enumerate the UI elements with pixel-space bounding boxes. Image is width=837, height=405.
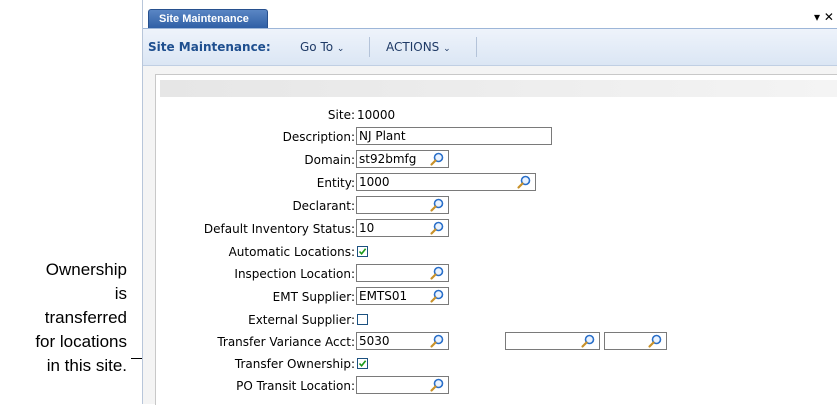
domain-value: st92bmfg xyxy=(359,152,417,166)
checkmark-icon xyxy=(358,248,367,256)
transfer-ownership-label: Transfer Ownership: xyxy=(234,357,355,371)
automatic-locations-label: Automatic Locations: xyxy=(228,245,355,259)
transfer-ownership-row: Transfer Ownership: xyxy=(156,354,837,374)
entity-row: Entity: 1000 xyxy=(156,173,837,193)
emt-supplier-row: EMT Supplier: EMTS01 xyxy=(156,287,837,307)
declarant-row: Declarant: xyxy=(156,196,837,216)
goto-menu[interactable]: Go To ⌄ xyxy=(300,40,344,54)
automatic-locations-row: Automatic Locations: xyxy=(156,242,837,262)
site-value: 10000 xyxy=(357,108,396,122)
inventory-status-label: Default Inventory Status: xyxy=(203,222,355,236)
emt-supplier-label: EMT Supplier: xyxy=(272,290,355,304)
search-icon[interactable] xyxy=(429,377,445,393)
search-icon[interactable] xyxy=(429,333,445,349)
actions-menu[interactable]: ACTIONS ⌄ xyxy=(386,40,451,54)
entity-field[interactable]: 1000 xyxy=(356,173,536,191)
external-supplier-label: External Supplier: xyxy=(248,313,355,327)
emt-supplier-value: EMTS01 xyxy=(359,289,408,303)
transfer-variance-value: 5030 xyxy=(359,334,390,348)
site-maintenance-window: Site Maintenance ▾ ✕ Site Maintenance: G… xyxy=(142,0,837,405)
panel-header-bar xyxy=(160,80,837,97)
tab-site-maintenance[interactable]: Site Maintenance xyxy=(148,9,268,28)
callout-line: for locations xyxy=(35,332,127,351)
menu-separator xyxy=(369,37,370,57)
tab-controls: ▾ ✕ xyxy=(814,10,837,24)
menu-bar: Site Maintenance: Go To ⌄ ACTIONS ⌄ xyxy=(143,29,837,66)
entity-value: 1000 xyxy=(359,175,390,189)
actions-menu-label: ACTIONS xyxy=(386,40,440,54)
checkmark-icon xyxy=(358,360,367,368)
transfer-ownership-checkbox[interactable] xyxy=(357,358,368,369)
domain-row: Domain: st92bmfg xyxy=(156,150,837,170)
transfer-variance-label: Transfer Variance Acct: xyxy=(217,335,355,349)
form-panel: Site: 10000 Description: NJ Plant Domain… xyxy=(155,74,837,405)
chevron-down-icon: ⌄ xyxy=(336,44,345,54)
callout-annotation: Ownership is transferred for locations i… xyxy=(0,258,127,378)
search-icon[interactable] xyxy=(429,220,445,236)
transfer-variance-row: Transfer Variance Acct: 5030 xyxy=(156,332,837,352)
chevron-down-icon: ⌄ xyxy=(443,44,451,54)
search-icon[interactable] xyxy=(429,197,445,213)
site-row: Site: 10000 xyxy=(156,105,837,125)
search-icon[interactable] xyxy=(429,288,445,304)
description-field[interactable]: NJ Plant xyxy=(356,127,552,145)
domain-label: Domain: xyxy=(304,153,355,167)
external-supplier-checkbox[interactable] xyxy=(357,314,368,325)
po-transit-row: PO Transit Location: xyxy=(156,376,837,396)
callout-line: Ownership xyxy=(45,260,127,279)
tab-bar: Site Maintenance ▾ ✕ xyxy=(143,0,837,29)
goto-menu-label: Go To xyxy=(300,40,334,54)
search-icon[interactable] xyxy=(516,174,532,190)
menu-separator xyxy=(476,37,477,57)
declarant-label: Declarant: xyxy=(292,199,355,213)
external-supplier-row: External Supplier: xyxy=(156,310,837,330)
menu-title: Site Maintenance: xyxy=(148,40,271,54)
search-icon[interactable] xyxy=(647,333,663,349)
content-area: Site: 10000 Description: NJ Plant Domain… xyxy=(143,66,837,405)
callout-line: transferred xyxy=(44,308,127,327)
callout-line: in this site. xyxy=(46,356,127,375)
triangle-down-icon[interactable]: ▾ xyxy=(814,10,820,24)
inspection-location-label: Inspection Location: xyxy=(234,267,355,281)
description-row: Description: NJ Plant xyxy=(156,127,837,147)
po-transit-label: PO Transit Location: xyxy=(236,379,355,393)
close-icon[interactable]: ✕ xyxy=(824,10,834,24)
inspection-location-row: Inspection Location: xyxy=(156,264,837,284)
inventory-status-value: 10 xyxy=(359,221,375,235)
callout-line: is xyxy=(114,284,127,303)
description-label: Description: xyxy=(282,130,355,144)
entity-label: Entity: xyxy=(316,176,355,190)
site-label: Site: xyxy=(327,108,355,122)
automatic-locations-checkbox[interactable] xyxy=(357,246,368,257)
inventory-status-row: Default Inventory Status: 10 xyxy=(156,219,837,239)
search-icon[interactable] xyxy=(429,151,445,167)
search-icon[interactable] xyxy=(429,265,445,281)
search-icon[interactable] xyxy=(580,333,596,349)
